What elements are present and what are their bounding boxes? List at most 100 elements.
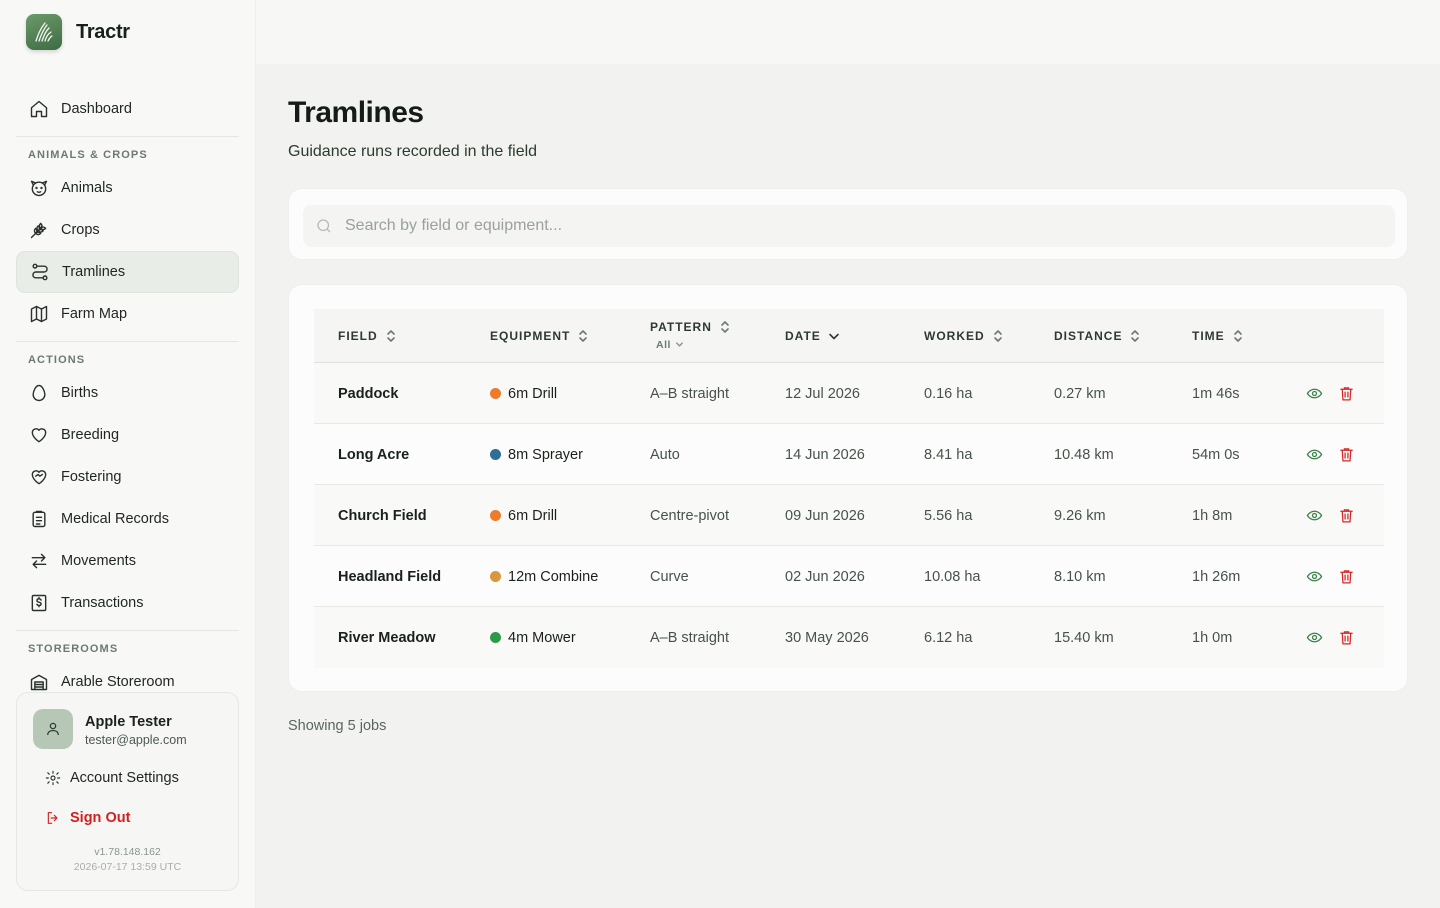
view-button[interactable] bbox=[1304, 627, 1324, 647]
cell-field: Paddock bbox=[338, 385, 399, 402]
cell-distance: 9.26 km bbox=[1054, 507, 1106, 524]
chevron-down-icon bbox=[676, 342, 683, 347]
column-header-distance[interactable]: DISTANCE bbox=[1054, 309, 1141, 363]
nav-label: Farm Map bbox=[61, 306, 128, 322]
cell-time: 1h 0m bbox=[1192, 629, 1233, 646]
brand[interactable]: Tractr bbox=[26, 14, 130, 50]
delete-button[interactable] bbox=[1336, 566, 1356, 586]
account-settings-link[interactable]: Account Settings bbox=[45, 770, 179, 786]
nav-item-movements[interactable]: Movements bbox=[16, 540, 239, 582]
column-header-pattern[interactable]: PATTERN All bbox=[650, 309, 731, 363]
view-button[interactable] bbox=[1304, 444, 1324, 464]
table-row[interactable]: Paddock 6m Drill A–B straight 12 Jul 202… bbox=[314, 363, 1384, 424]
main-content: Tramlines Guidance runs recorded in the … bbox=[256, 0, 1440, 908]
egg-icon bbox=[29, 383, 49, 403]
nav-item-crops[interactable]: Crops bbox=[16, 209, 239, 251]
nav-item-medical-records[interactable]: Medical Records bbox=[16, 498, 239, 540]
column-header-date[interactable]: DATE bbox=[785, 309, 840, 363]
wheat-icon bbox=[29, 220, 49, 240]
job-count: Showing 5 jobs bbox=[288, 718, 387, 734]
nav-item-fostering[interactable]: Fostering bbox=[16, 456, 239, 498]
sidebar: Tractr Dashboard ANIMALS & CROPS Animals… bbox=[0, 0, 256, 908]
search-box[interactable] bbox=[303, 205, 1395, 247]
cell-time: 1h 8m bbox=[1192, 507, 1233, 524]
nav-item-tramlines[interactable]: Tramlines bbox=[16, 251, 239, 293]
column-header-time[interactable]: TIME bbox=[1192, 309, 1244, 363]
user-name: Apple Tester bbox=[85, 714, 172, 730]
header-label: PATTERN bbox=[650, 319, 712, 334]
cell-pattern: A–B straight bbox=[650, 629, 729, 646]
sign-out-label: Sign Out bbox=[70, 810, 131, 826]
heart-icon bbox=[29, 425, 49, 445]
view-button[interactable] bbox=[1304, 383, 1324, 403]
view-button[interactable] bbox=[1304, 505, 1324, 525]
equipment-label: 6m Drill bbox=[508, 507, 558, 524]
divider bbox=[16, 341, 239, 342]
heart-handshake-icon bbox=[29, 467, 49, 487]
cell-time: 1h 26m bbox=[1192, 568, 1241, 585]
equipment-color-dot bbox=[490, 388, 501, 399]
nav-item-animals[interactable]: Animals bbox=[16, 167, 239, 209]
nav-item-farm-map[interactable]: Farm Map bbox=[16, 293, 239, 335]
view-button[interactable] bbox=[1304, 566, 1324, 586]
sort-icon bbox=[386, 330, 395, 342]
nav-item-transactions[interactable]: Transactions bbox=[16, 582, 239, 624]
section-title-animals-crops: ANIMALS & CROPS bbox=[28, 149, 148, 161]
nav-label: Fostering bbox=[61, 469, 122, 485]
search-icon bbox=[317, 219, 331, 233]
nav-item-breeding[interactable]: Breeding bbox=[16, 414, 239, 456]
table-row[interactable]: Long Acre 8m Sprayer Auto 14 Jun 2026 8.… bbox=[314, 424, 1384, 485]
nav-label: Medical Records bbox=[61, 511, 169, 527]
receipt-dollar-icon bbox=[29, 593, 49, 613]
pattern-filter-dropdown[interactable]: All bbox=[656, 339, 684, 351]
cell-field: Church Field bbox=[338, 507, 427, 524]
map-icon bbox=[29, 304, 49, 324]
column-header-field[interactable]: FIELD bbox=[338, 309, 397, 363]
cell-time: 54m 0s bbox=[1192, 446, 1240, 463]
eye-icon bbox=[1306, 510, 1322, 520]
nav-label: Animals bbox=[61, 180, 113, 196]
delete-button[interactable] bbox=[1336, 444, 1356, 464]
header-label: TIME bbox=[1192, 329, 1225, 343]
delete-button[interactable] bbox=[1336, 627, 1356, 647]
eye-icon bbox=[1306, 388, 1322, 398]
table-row[interactable]: River Meadow 4m Mower A–B straight 30 Ma… bbox=[314, 607, 1384, 668]
cell-worked: 8.41 ha bbox=[924, 446, 973, 463]
top-bar bbox=[256, 0, 1440, 64]
trash-icon bbox=[1339, 386, 1353, 401]
nav-label: Breeding bbox=[61, 427, 120, 443]
delete-button[interactable] bbox=[1336, 505, 1356, 525]
nav-label: Dashboard bbox=[61, 101, 132, 117]
tramlines-table: FIELD EQUIPMENT PATTERN All DATE WORKED … bbox=[314, 309, 1384, 668]
sign-out-button[interactable]: Sign Out bbox=[45, 810, 130, 826]
sort-icon bbox=[993, 330, 1002, 342]
table-header: FIELD EQUIPMENT PATTERN All DATE WORKED … bbox=[314, 309, 1384, 363]
eye-icon bbox=[1306, 571, 1322, 581]
nav-label: Transactions bbox=[61, 595, 144, 611]
clipboard-icon bbox=[29, 509, 49, 529]
warehouse-icon bbox=[29, 672, 49, 692]
equipment-label: 4m Mower bbox=[508, 629, 576, 646]
equipment-color-dot bbox=[490, 510, 501, 521]
header-label: DISTANCE bbox=[1054, 329, 1123, 343]
table-row[interactable]: Headland Field 12m Combine Curve 02 Jun … bbox=[314, 546, 1384, 607]
divider bbox=[16, 136, 239, 137]
trash-icon bbox=[1339, 447, 1353, 462]
user-email: tester@apple.com bbox=[85, 733, 187, 747]
search-input[interactable] bbox=[345, 217, 1345, 235]
header-label: EQUIPMENT bbox=[490, 329, 571, 343]
cell-equipment: 12m Combine bbox=[490, 546, 598, 607]
cell-pattern: Auto bbox=[650, 446, 680, 463]
nav-item-births[interactable]: Births bbox=[16, 372, 239, 414]
column-header-equipment[interactable]: EQUIPMENT bbox=[490, 309, 589, 363]
sort-descending-icon bbox=[828, 333, 839, 340]
cell-date: 12 Jul 2026 bbox=[785, 385, 860, 402]
nav-item-dashboard[interactable]: Dashboard bbox=[16, 88, 239, 130]
table-row[interactable]: Church Field 6m Drill Centre-pivot 09 Ju… bbox=[314, 485, 1384, 546]
column-header-worked[interactable]: WORKED bbox=[924, 309, 1004, 363]
header-label: WORKED bbox=[924, 329, 985, 343]
avatar[interactable] bbox=[33, 709, 73, 749]
cell-date: 09 Jun 2026 bbox=[785, 507, 865, 524]
delete-button[interactable] bbox=[1336, 383, 1356, 403]
sort-icon bbox=[579, 330, 588, 342]
